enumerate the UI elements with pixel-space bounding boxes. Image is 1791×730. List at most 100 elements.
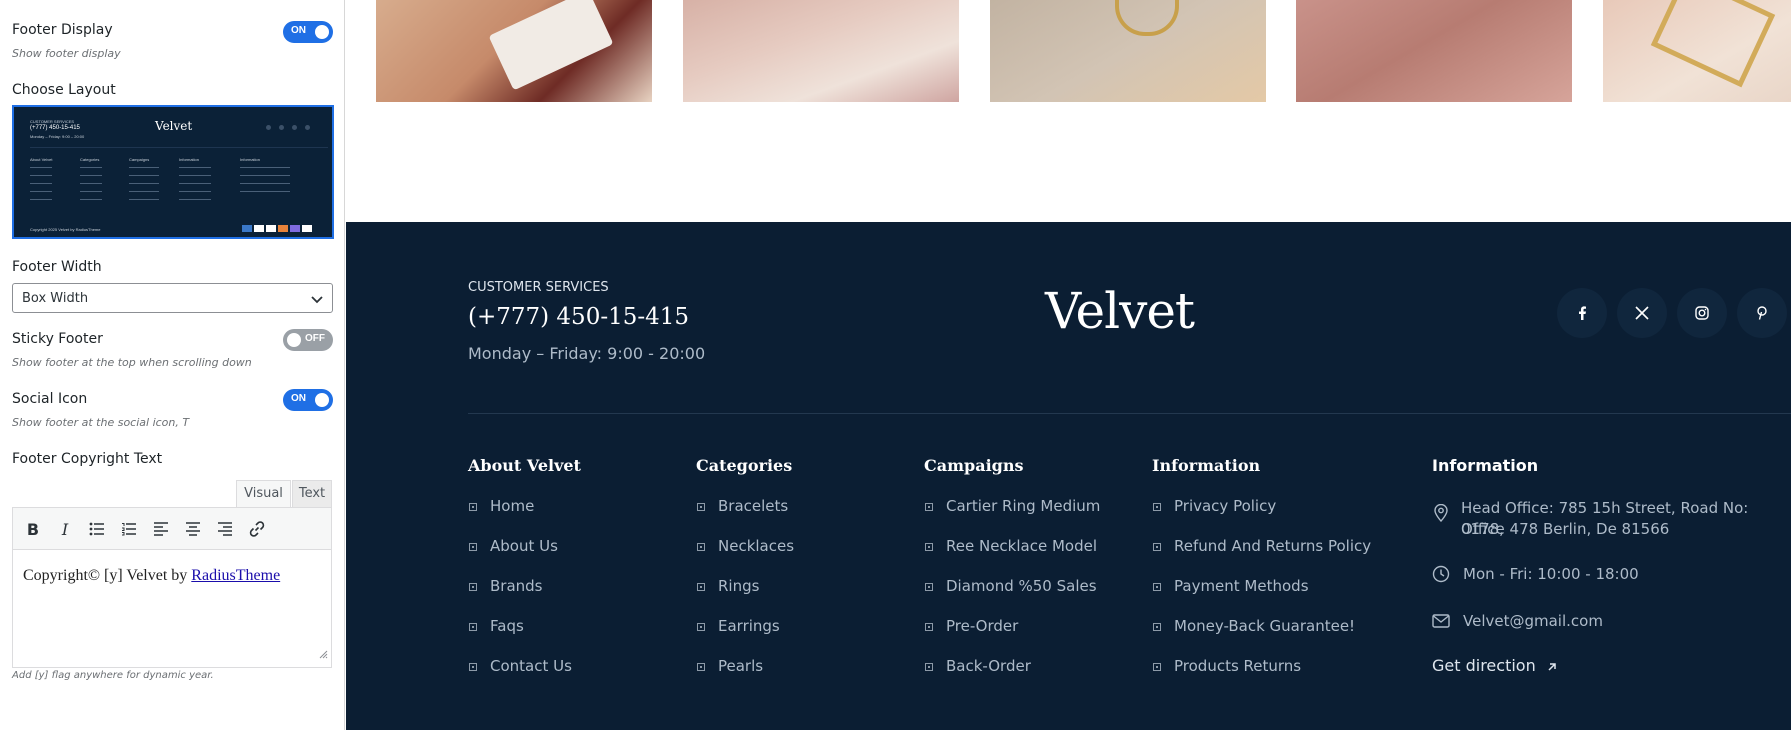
footer-link[interactable]: Diamond %50 Sales bbox=[946, 577, 1097, 595]
thumb-logo: Velvet bbox=[155, 119, 193, 133]
phone-number[interactable]: (+777) 450-15-415 bbox=[468, 304, 689, 330]
thumb-col-title: Campaigns bbox=[129, 157, 150, 162]
product-image[interactable] bbox=[376, 0, 652, 102]
footer-link[interactable]: Back-Order bbox=[946, 657, 1031, 675]
product-image[interactable] bbox=[683, 0, 959, 102]
numbered-list-icon[interactable] bbox=[119, 519, 139, 539]
thumb-link-lines bbox=[30, 167, 320, 207]
bullet-icon bbox=[697, 583, 705, 591]
footer-link[interactable]: Products Returns bbox=[1174, 657, 1301, 675]
footer-display-label: Footer Display bbox=[12, 22, 113, 38]
toggle-state: ON bbox=[291, 393, 306, 404]
footer-link[interactable]: Contact Us bbox=[490, 657, 572, 675]
copyright-editor[interactable]: Copyright© [y] Velvet by RadiusTheme bbox=[12, 550, 332, 668]
bullet-icon bbox=[697, 543, 705, 551]
bold-icon[interactable]: B bbox=[23, 519, 43, 539]
footer-column-title: Categories bbox=[696, 456, 793, 475]
footer-link[interactable]: Faqs bbox=[490, 617, 524, 635]
footer-link[interactable]: Payment Methods bbox=[1174, 577, 1309, 595]
gift-box-shape bbox=[488, 0, 614, 91]
footer-width-select[interactable]: Box Width bbox=[12, 283, 333, 313]
footer-link[interactable]: Cartier Ring Medium bbox=[946, 497, 1100, 515]
pinterest-icon[interactable] bbox=[1737, 288, 1787, 338]
footer-width-label: Footer Width bbox=[12, 259, 102, 275]
layout-option-thumbnail[interactable]: CUSTOMER SERVICES (+777) 450-15-415 Mond… bbox=[12, 105, 334, 239]
bullet-icon bbox=[469, 543, 477, 551]
toggle-state: ON bbox=[291, 25, 306, 36]
copyright-link[interactable]: RadiusTheme bbox=[191, 567, 280, 584]
footer-display-toggle[interactable]: ON bbox=[283, 21, 333, 43]
social-icon-toggle[interactable]: ON bbox=[283, 389, 333, 411]
email-address[interactable]: Velvet@gmail.com bbox=[1463, 611, 1603, 632]
thumb-col-title: Categories bbox=[80, 157, 100, 162]
bullet-icon bbox=[1153, 663, 1161, 671]
copyright-hint: Add [y] flag anywhere for dynamic year. bbox=[12, 670, 214, 681]
product-image[interactable] bbox=[1603, 0, 1791, 102]
resize-handle-icon[interactable] bbox=[319, 646, 328, 664]
product-image[interactable] bbox=[990, 0, 1266, 102]
footer-link[interactable]: Home bbox=[490, 497, 534, 515]
bullet-icon bbox=[925, 663, 933, 671]
tab-visual[interactable]: Visual bbox=[236, 480, 291, 507]
bullet-icon bbox=[1153, 503, 1161, 511]
facebook-icon[interactable] bbox=[1557, 288, 1607, 338]
footer-link[interactable]: Necklaces bbox=[718, 537, 794, 555]
editor-toolbar: B I bbox=[12, 507, 332, 550]
thumb-cs-label: CUSTOMER SERVICES bbox=[30, 119, 75, 124]
toggle-knob bbox=[287, 333, 301, 347]
bullet-icon bbox=[469, 583, 477, 591]
business-hours: Monday – Friday: 9:00 - 20:00 bbox=[468, 344, 706, 363]
footer-link[interactable]: Pre-Order bbox=[946, 617, 1018, 635]
tab-text[interactable]: Text bbox=[292, 480, 332, 507]
align-center-icon[interactable] bbox=[183, 519, 203, 539]
footer-divider bbox=[468, 413, 1791, 414]
thumb-payment-icons bbox=[242, 225, 322, 232]
thumb-col-title: Information bbox=[240, 157, 261, 162]
thumb-phone: (+777) 450-15-415 bbox=[30, 125, 80, 131]
italic-icon[interactable]: I bbox=[55, 519, 75, 539]
align-left-icon[interactable] bbox=[151, 519, 171, 539]
bullet-list-icon[interactable] bbox=[87, 519, 107, 539]
copyright-content: Copyright© [y] Velvet by RadiusTheme bbox=[23, 567, 280, 585]
footer-link[interactable]: Ree Necklace Model bbox=[946, 537, 1097, 555]
chevron-down-icon bbox=[310, 292, 324, 311]
footer-link[interactable]: Refund And Returns Policy bbox=[1174, 537, 1371, 555]
thumb-social-icons bbox=[266, 125, 316, 131]
sticky-footer-toggle[interactable]: OFF bbox=[283, 329, 333, 351]
thumb-divider bbox=[30, 147, 328, 148]
bullet-icon bbox=[925, 583, 933, 591]
social-icon-label: Social Icon bbox=[12, 391, 88, 407]
thumb-col-title: About Velvet bbox=[30, 157, 53, 162]
instagram-icon[interactable] bbox=[1677, 288, 1727, 338]
get-direction-label: Get direction bbox=[1432, 656, 1536, 675]
bullet-icon bbox=[925, 623, 933, 631]
bullet-icon bbox=[925, 503, 933, 511]
footer-link[interactable]: Brands bbox=[490, 577, 543, 595]
footer-link[interactable]: Earrings bbox=[718, 617, 780, 635]
customer-services-label: CUSTOMER SERVICES bbox=[468, 280, 609, 295]
bullet-icon bbox=[1153, 543, 1161, 551]
bullet-icon bbox=[1153, 583, 1161, 591]
footer-link[interactable]: Pearls bbox=[718, 657, 763, 675]
link-icon[interactable] bbox=[247, 519, 267, 539]
location-pin-icon bbox=[1433, 503, 1449, 527]
footer-link[interactable]: Bracelets bbox=[718, 497, 788, 515]
bullet-icon bbox=[469, 503, 477, 511]
address-line-2: Office 478 Berlin, De 81566 bbox=[1461, 520, 1670, 538]
product-image[interactable] bbox=[1296, 0, 1572, 102]
get-direction-link[interactable]: Get direction bbox=[1432, 656, 1557, 676]
bullet-icon bbox=[697, 503, 705, 511]
bullet-icon bbox=[469, 623, 477, 631]
social-icon-desc: Show footer at the social icon, T bbox=[12, 416, 190, 429]
clock-icon bbox=[1432, 565, 1450, 588]
x-icon[interactable] bbox=[1617, 288, 1667, 338]
footer-link[interactable]: Privacy Policy bbox=[1174, 497, 1276, 515]
frame-shape bbox=[1650, 0, 1776, 88]
footer-link[interactable]: Money-Back Guarantee! bbox=[1174, 617, 1355, 635]
footer-link[interactable]: About Us bbox=[490, 537, 558, 555]
thumb-copyright: Copyright 2025 Velvet by RadiusTheme bbox=[30, 227, 101, 232]
bullet-icon bbox=[697, 663, 705, 671]
footer-link[interactable]: Rings bbox=[718, 577, 759, 595]
footer-logo[interactable]: Velvet bbox=[1045, 282, 1195, 340]
align-right-icon[interactable] bbox=[215, 519, 235, 539]
